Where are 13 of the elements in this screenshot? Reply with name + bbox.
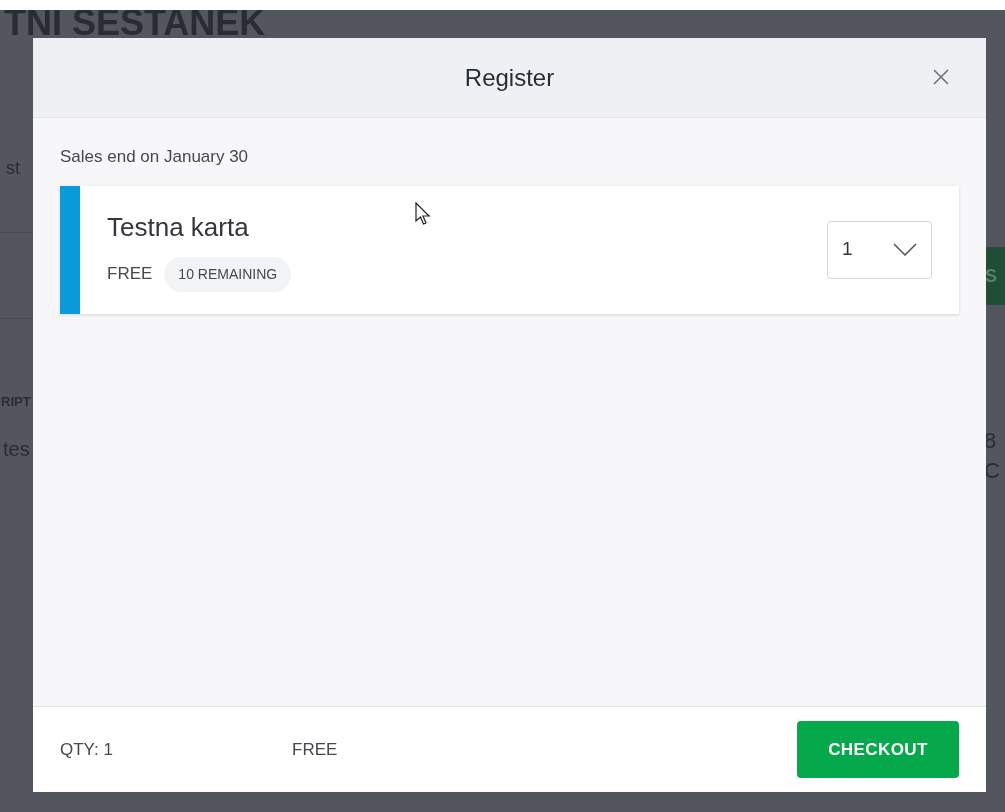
quantity-select[interactable]: 1 <box>827 220 932 279</box>
quantity-value: 1 <box>842 237 853 262</box>
close-icon[interactable] <box>932 68 950 86</box>
quantity-summary: QTY: 1 <box>60 738 114 761</box>
ticket-name: Testna karta <box>107 210 249 244</box>
total-price: FREE <box>292 738 339 761</box>
mouse-pointer-icon <box>415 202 431 226</box>
chevron-down-icon <box>893 243 917 256</box>
checkout-button[interactable]: CHECKOUT <box>797 721 959 778</box>
sales-end-note: Sales end on January 30 <box>60 146 250 168</box>
remaining-badge: 10 REMAINING <box>164 256 292 292</box>
dialog-title: Register <box>464 62 555 93</box>
ticket-price: FREE <box>107 263 153 286</box>
